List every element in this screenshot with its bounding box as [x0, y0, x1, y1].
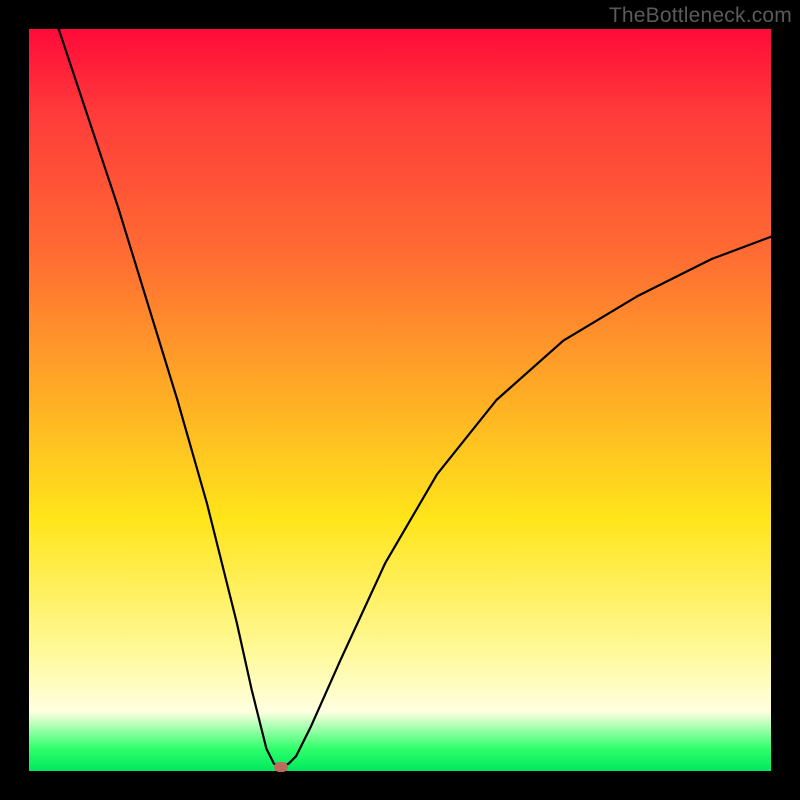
watermark-text: TheBottleneck.com — [609, 4, 792, 28]
plot-gradient-background — [29, 29, 771, 771]
chart-frame: TheBottleneck.com — [0, 0, 800, 800]
